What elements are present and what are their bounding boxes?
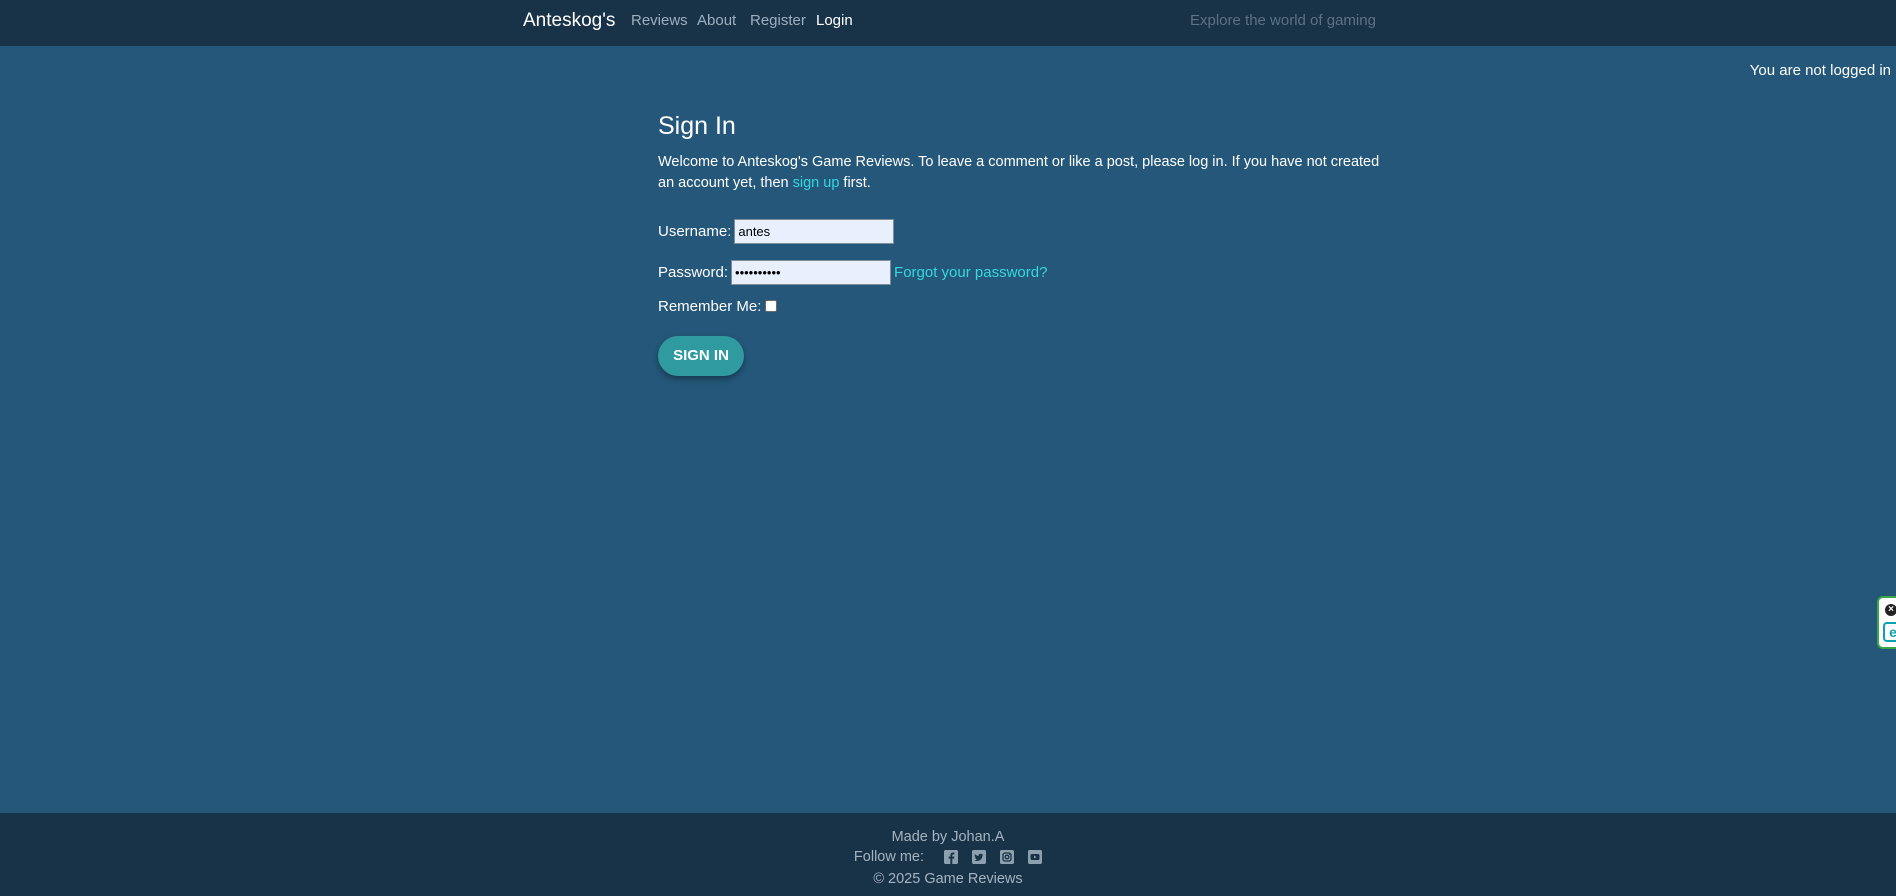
browser-extension-widget[interactable]: × e bbox=[1877, 596, 1896, 649]
username-label: Username: bbox=[658, 223, 732, 240]
made-by-text: Made by Johan.A bbox=[891, 829, 1005, 845]
nav-link-reviews[interactable]: Reviews bbox=[631, 12, 688, 29]
signin-button[interactable]: SIGN IN bbox=[658, 336, 744, 376]
signup-link[interactable]: sign up bbox=[793, 175, 840, 191]
password-row: Password: Forgot your password? bbox=[658, 260, 1047, 285]
nav-link-register[interactable]: Register bbox=[750, 12, 806, 29]
intro-text-end: first. bbox=[843, 175, 871, 191]
remember-row: Remember Me: bbox=[658, 298, 778, 315]
social-links bbox=[944, 850, 1043, 865]
nav-link-about[interactable]: About bbox=[697, 12, 736, 29]
follow-label: Follow me: bbox=[853, 849, 925, 865]
twitter-icon[interactable] bbox=[972, 850, 987, 865]
youtube-icon[interactable] bbox=[1028, 850, 1043, 865]
login-status-text: You are not logged in bbox=[1749, 62, 1891, 79]
username-row: Username: bbox=[658, 219, 895, 244]
brand-logo-text[interactable]: Anteskog's bbox=[523, 10, 615, 32]
remember-checkbox[interactable] bbox=[765, 299, 778, 312]
intro-text-start: Welcome to Anteskog's Game Reviews. To l… bbox=[658, 154, 1380, 191]
instagram-icon[interactable] bbox=[1000, 850, 1015, 865]
follow-row: Follow me: bbox=[0, 849, 1896, 865]
signin-content: Sign In Welcome to Anteskog's Game Revie… bbox=[658, 110, 1388, 376]
facebook-icon[interactable] bbox=[944, 850, 959, 865]
top-navbar: Anteskog's Reviews About Register Login … bbox=[0, 0, 1896, 46]
footer: Made by Johan.A Follow me: © 2025 Game R… bbox=[0, 813, 1896, 896]
forgot-password-link[interactable]: Forgot your password? bbox=[894, 264, 1047, 281]
intro-text: Welcome to Anteskog's Game Reviews. To l… bbox=[658, 152, 1388, 194]
page-title: Sign In bbox=[658, 112, 736, 140]
password-label: Password: bbox=[658, 264, 729, 281]
username-input[interactable] bbox=[734, 219, 895, 244]
remember-label: Remember Me: bbox=[658, 298, 762, 315]
widget-e-icon[interactable]: e bbox=[1883, 622, 1896, 642]
nav-link-login[interactable]: Login bbox=[816, 12, 853, 29]
search-input[interactable]: Explore the world of gaming bbox=[1190, 12, 1376, 29]
widget-close-icon[interactable]: × bbox=[1885, 604, 1896, 616]
password-input[interactable] bbox=[731, 260, 892, 285]
copyright-text: © 2025 Game Reviews bbox=[873, 871, 1023, 887]
